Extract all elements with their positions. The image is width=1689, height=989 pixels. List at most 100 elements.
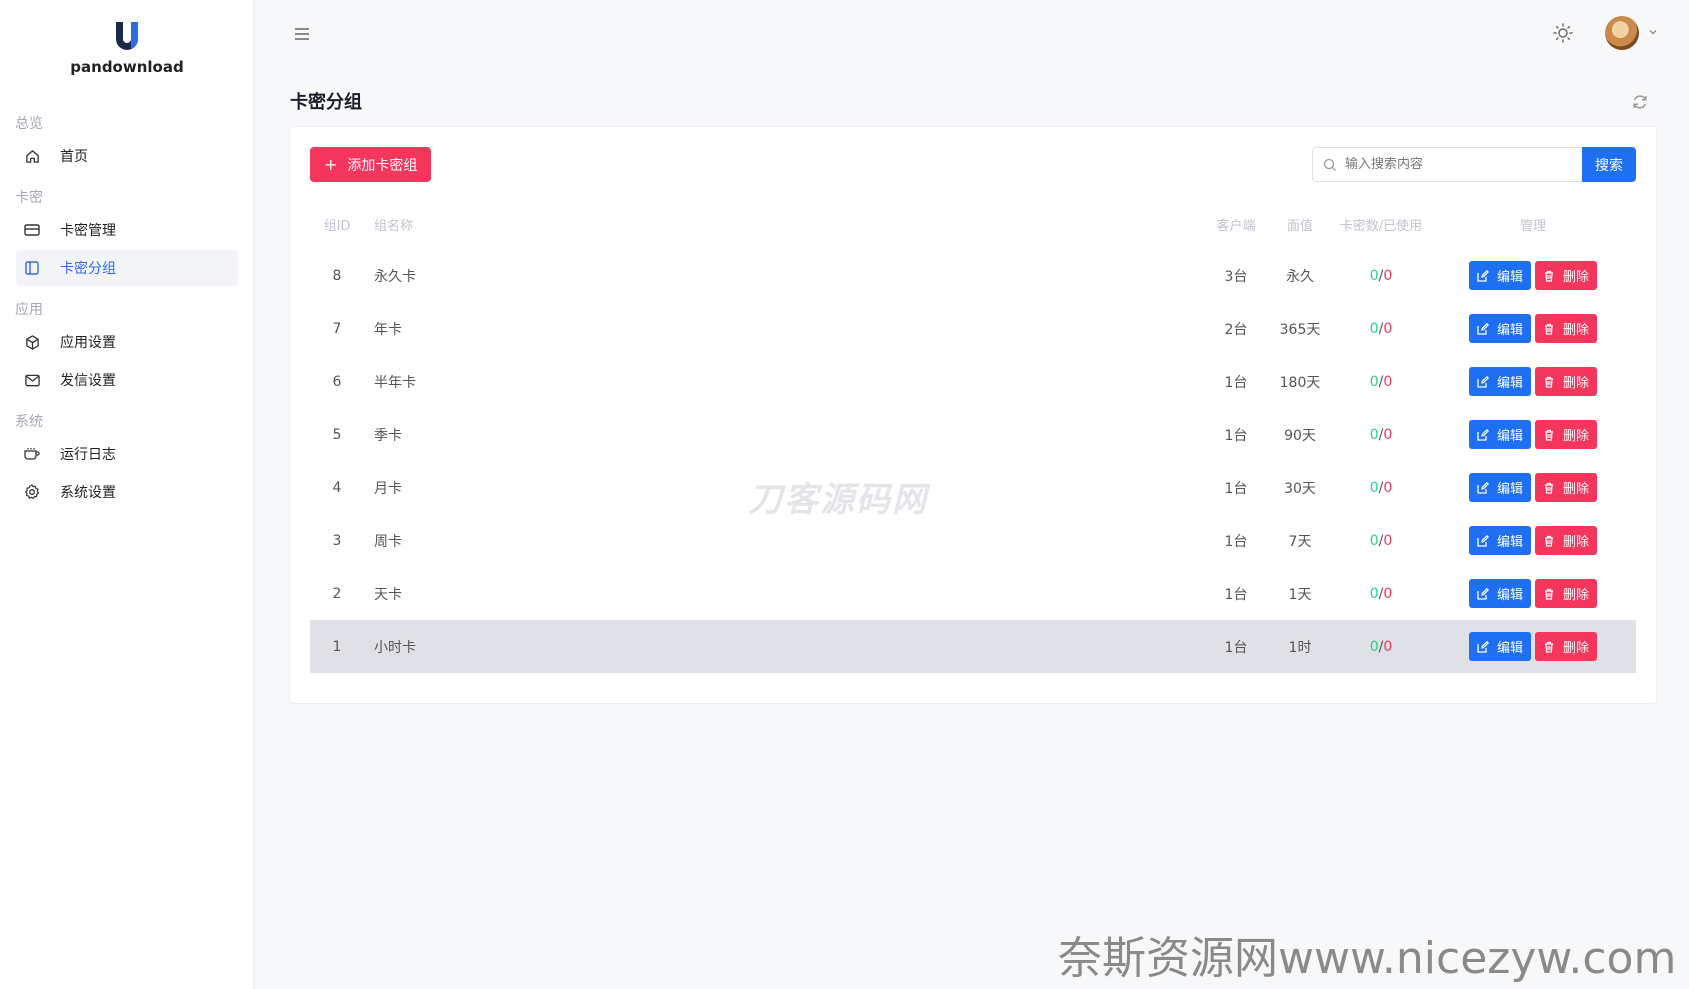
cell-manage: 编辑 删除 [1430, 473, 1636, 502]
delete-button[interactable]: 删除 [1535, 420, 1598, 449]
table-row: 1 小时卡 1台 1时 0/0 编辑 删除 [310, 620, 1636, 673]
sidebar-item-label: 运行日志 [60, 447, 116, 463]
cell-client: 1台 [1224, 586, 1248, 603]
trash-icon [1543, 588, 1555, 600]
header-value: 面值 [1286, 218, 1313, 234]
sidebar-item-card-groups[interactable]: 卡密分组 [16, 250, 238, 286]
delete-button[interactable]: 删除 [1535, 314, 1598, 343]
delete-button[interactable]: 删除 [1535, 526, 1598, 555]
delete-label: 删除 [1563, 429, 1590, 444]
search-field [1312, 147, 1582, 182]
table-row: 4 月卡 1台 30天 0/0 编辑 删除 [310, 461, 1636, 514]
cell-used: 0 [1383, 532, 1393, 549]
cell-name: 天卡 [374, 586, 402, 603]
cell-name: 周卡 [374, 533, 402, 550]
delete-button[interactable]: 删除 [1535, 473, 1598, 502]
sidebar-item-label: 系统设置 [60, 485, 116, 501]
edit-button[interactable]: 编辑 [1468, 579, 1531, 608]
delete-label: 删除 [1563, 323, 1590, 338]
delete-button[interactable]: 删除 [1535, 579, 1598, 608]
cell-manage: 编辑 删除 [1430, 314, 1636, 343]
logo-mark-icon [116, 22, 138, 50]
sidebar-item-app-settings[interactable]: 应用设置 [16, 324, 238, 360]
search-bar: 搜索 [1312, 147, 1636, 182]
cell-value: 365天 [1279, 321, 1321, 338]
edit-button[interactable]: 编辑 [1468, 367, 1531, 396]
cell-used: 0 [1383, 638, 1393, 655]
cell-id: 1 [332, 638, 342, 655]
brand-logo[interactable]: pandownload [0, 20, 254, 76]
edit-button[interactable]: 编辑 [1468, 473, 1531, 502]
sidebar-item-mail-settings[interactable]: 发信设置 [16, 362, 238, 398]
cell-used: 0 [1383, 479, 1393, 496]
home-icon [23, 147, 41, 165]
cell-client: 1台 [1224, 374, 1248, 391]
cell-total: 0 [1369, 479, 1379, 496]
sidebar-item-card-management[interactable]: 卡密管理 [16, 212, 238, 248]
edit-label: 编辑 [1496, 429, 1523, 444]
add-card-group-button[interactable]: + 添加卡密组 [310, 147, 432, 182]
cell-manage: 编辑 删除 [1430, 261, 1636, 290]
sun-icon[interactable] [1552, 22, 1574, 44]
cell-used: 0 [1383, 320, 1393, 337]
table-row: 7 年卡 2台 365天 0/0 编辑 删除 [310, 302, 1636, 355]
refresh-icon[interactable] [1630, 92, 1650, 112]
cup-icon [23, 445, 41, 463]
edit-icon [1477, 322, 1489, 335]
delete-label: 删除 [1563, 535, 1590, 550]
cell-total: 0 [1369, 585, 1379, 602]
delete-button[interactable]: 删除 [1535, 367, 1598, 396]
sidebar-item-label: 卡密分组 [60, 261, 116, 277]
cell-value: 1天 [1288, 586, 1312, 603]
search-button[interactable]: 搜索 [1582, 147, 1636, 182]
table-row: 8 永久卡 3台 永久 0/0 编辑 删除 [310, 249, 1636, 302]
menu-toggle-icon[interactable] [293, 25, 311, 43]
edit-label: 编辑 [1496, 270, 1523, 285]
delete-label: 删除 [1563, 270, 1590, 285]
cell-client: 1台 [1224, 427, 1248, 444]
sidebar-item-home[interactable]: 首页 [16, 138, 238, 174]
avatar[interactable] [1605, 16, 1639, 50]
edit-button[interactable]: 编辑 [1468, 632, 1531, 661]
cell-count: 0/0 [1369, 585, 1393, 602]
search-input[interactable] [1337, 157, 1557, 172]
nav-group-title-cards: 卡密 [15, 190, 43, 206]
sidebar-item-label: 首页 [60, 149, 88, 165]
trash-icon [1543, 535, 1555, 547]
sidebar-item-run-logs[interactable]: 运行日志 [16, 436, 238, 472]
cell-total: 0 [1369, 532, 1379, 549]
edit-button[interactable]: 编辑 [1468, 526, 1531, 555]
cell-value: 永久 [1286, 268, 1314, 285]
edit-label: 编辑 [1496, 323, 1523, 338]
edit-button[interactable]: 编辑 [1468, 314, 1531, 343]
cell-id: 7 [332, 320, 342, 337]
delete-button[interactable]: 删除 [1535, 261, 1598, 290]
watermark-bottom: 奈斯资源网www.nicezyw.com [1058, 933, 1677, 984]
edit-button[interactable]: 编辑 [1468, 420, 1531, 449]
sidebar-item-system-settings[interactable]: 系统设置 [16, 474, 238, 510]
edit-button[interactable]: 编辑 [1468, 261, 1531, 290]
cell-used: 0 [1383, 373, 1393, 390]
nav-group-title-system: 系统 [15, 414, 43, 430]
cell-value: 180天 [1279, 374, 1321, 391]
table-row: 3 周卡 1台 7天 0/0 编辑 删除 [310, 514, 1636, 567]
edit-icon [1477, 481, 1489, 494]
cell-id: 6 [332, 373, 342, 390]
brand-name: pandownload [70, 58, 184, 76]
cell-id: 3 [332, 532, 342, 549]
cell-count: 0/0 [1369, 320, 1393, 337]
page-title: 卡密分组 [290, 92, 362, 113]
chevron-down-icon[interactable] [1647, 26, 1659, 38]
trash-icon [1543, 270, 1555, 282]
mail-icon [23, 371, 41, 389]
edit-label: 编辑 [1496, 641, 1523, 656]
delete-button[interactable]: 删除 [1535, 632, 1598, 661]
header-manage: 管理 [1519, 218, 1546, 234]
trash-icon [1543, 376, 1555, 388]
cell-manage: 编辑 删除 [1430, 420, 1636, 449]
sidebar-item-label: 卡密管理 [60, 223, 116, 239]
cell-id: 8 [332, 267, 342, 284]
trash-icon [1543, 482, 1555, 494]
gear-icon [23, 483, 41, 501]
sidebar-item-label: 应用设置 [60, 335, 116, 351]
